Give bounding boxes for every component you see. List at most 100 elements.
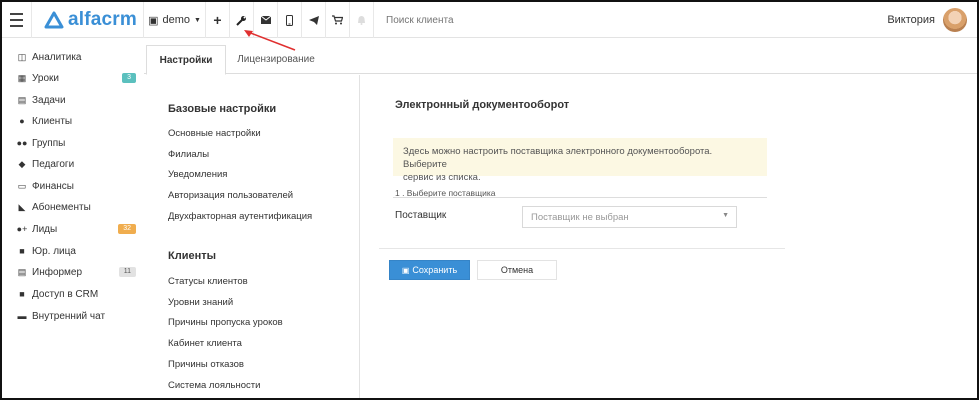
- wrench-icon: [236, 15, 246, 26]
- section-title-basic: Базовые настройки: [168, 103, 277, 115]
- sidebar-item-leads[interactable]: ●+ Лиды 32: [16, 220, 138, 238]
- calendar-icon: ▦: [17, 72, 27, 83]
- menu-link-absence-reasons[interactable]: Причины пропуска уроков: [168, 317, 283, 328]
- building-icon: ▣: [148, 14, 159, 27]
- informer-count-badge: 11: [118, 267, 136, 277]
- logo[interactable]: alfacrm: [32, 2, 144, 38]
- cancel-button[interactable]: Отмена: [477, 260, 557, 280]
- caret-down-icon: ▼: [194, 16, 201, 24]
- sidebar-item-crm-access[interactable]: ■ Доступ в CRM: [16, 285, 138, 303]
- user-icon: ●: [19, 116, 25, 126]
- menu-link-knowledge-levels[interactable]: Уровни знаний: [168, 297, 233, 308]
- sidebar-item-label: Клиенты: [32, 115, 73, 127]
- cart-button[interactable]: [326, 2, 350, 38]
- sidebar: ◫ Аналитика ▦ Уроки 3 ▤ Задачи ● Клиенты…: [2, 39, 144, 398]
- hamburger-icon: [10, 11, 23, 29]
- provider-select-value: Поставщик не выбран: [531, 211, 629, 223]
- plus-icon: +: [213, 12, 222, 28]
- money-icon: ▭: [17, 180, 27, 191]
- lessons-count-badge: 3: [122, 73, 136, 83]
- sidebar-item-groups[interactable]: ●● Группы: [16, 134, 138, 152]
- divider: [379, 248, 785, 249]
- search-input[interactable]: [386, 14, 686, 26]
- branch-selector[interactable]: ▣ demo ▼: [144, 2, 206, 38]
- alfacrm-logo-icon: [44, 11, 64, 29]
- sidebar-item-label: Доступ в CRM: [32, 288, 99, 300]
- provider-select[interactable]: Поставщик не выбран ▼: [522, 206, 737, 228]
- sidebar-item-teachers[interactable]: ◆ Педагоги: [16, 155, 138, 173]
- leads-count-badge: 32: [118, 224, 136, 234]
- sidebar-item-label: Аналитика: [32, 51, 82, 63]
- menu-link-notifications[interactable]: Уведомления: [168, 169, 227, 180]
- sidebar-item-tasks[interactable]: ▤ Задачи: [16, 91, 138, 109]
- menu-toggle-button[interactable]: [2, 2, 32, 38]
- users-icon: ●●: [16, 138, 28, 148]
- app-window: alfacrm ▣ demo ▼ + Виктория: [0, 0, 979, 400]
- lock-icon: ■: [19, 289, 25, 299]
- sidebar-item-informer[interactable]: ▤ Информер 11: [16, 263, 138, 281]
- sidebar-item-label: Группы: [32, 137, 66, 149]
- analytics-icon: ◫: [17, 51, 27, 62]
- save-button[interactable]: ▣ Сохранить: [389, 260, 470, 280]
- tab-licensing[interactable]: Лицензирование: [226, 45, 326, 74]
- top-bar: alfacrm ▣ demo ▼ + Виктория: [2, 2, 977, 38]
- sidebar-item-label: Финансы: [32, 180, 74, 192]
- telegram-icon: [308, 15, 319, 25]
- menu-link-two-factor[interactable]: Двухфакторная аутентификация: [168, 211, 312, 222]
- settings-tabs: Настройки Лицензирование: [144, 45, 977, 75]
- sidebar-item-label: Внутренний чат: [32, 310, 106, 322]
- sidebar-item-label: Лиды: [32, 223, 58, 235]
- sidebar-item-label: Задачи: [32, 94, 66, 106]
- briefcase-icon: ■: [19, 246, 25, 256]
- telegram-button[interactable]: [302, 2, 326, 38]
- menu-link-main-settings[interactable]: Основные настройки: [168, 128, 261, 139]
- branch-name: demo: [162, 14, 190, 26]
- graduation-cap-icon: ◆: [18, 158, 26, 169]
- tag-icon: ◣: [18, 201, 26, 212]
- save-button-label: Сохранить: [412, 265, 458, 275]
- sidebar-item-subscriptions[interactable]: ◣ Абонементы: [16, 198, 138, 216]
- client-search[interactable]: [378, 2, 858, 38]
- chat-icon: ▬: [17, 311, 27, 321]
- sidebar-item-label: Уроки: [32, 72, 59, 84]
- phone-icon: [286, 14, 293, 26]
- provider-label: Поставщик: [395, 210, 447, 221]
- sidebar-item-finance[interactable]: ▭ Финансы: [16, 177, 138, 195]
- sidebar-item-clients[interactable]: ● Клиенты: [16, 112, 138, 130]
- menu-link-client-cabinet[interactable]: Кабинет клиента: [168, 338, 242, 349]
- caret-down-icon: ▼: [722, 212, 729, 219]
- avatar: [943, 8, 967, 32]
- section-title-clients: Клиенты: [168, 250, 217, 262]
- notifications-button[interactable]: [350, 2, 374, 38]
- menu-link-branches[interactable]: Филиалы: [168, 149, 209, 160]
- menu-link-client-statuses[interactable]: Статусы клиентов: [168, 276, 248, 287]
- menu-link-user-auth[interactable]: Авторизация пользователей: [168, 190, 293, 201]
- sidebar-item-analytics[interactable]: ◫ Аналитика: [16, 48, 138, 66]
- page-title: Электронный документооборот: [395, 99, 570, 111]
- user-menu[interactable]: Виктория: [862, 2, 977, 38]
- sidebar-item-label: Информер: [32, 266, 83, 278]
- brand-name: alfacrm: [68, 9, 137, 30]
- floppy-disk-icon: ▣: [401, 265, 410, 275]
- tab-settings[interactable]: Настройки: [146, 45, 226, 75]
- settings-menu: Базовые настройки Основные настройки Фил…: [146, 75, 360, 398]
- menu-link-loyalty-system[interactable]: Система лояльности: [168, 380, 260, 391]
- sidebar-item-label: Абонементы: [32, 201, 91, 213]
- divider: [393, 197, 767, 198]
- alert-text-line-1: Здесь можно настроить поставщика электро…: [403, 146, 713, 170]
- alert-text-line-2: сервис из списка.: [403, 172, 481, 183]
- sidebar-item-label: Педагоги: [32, 158, 75, 170]
- bell-icon: [358, 16, 365, 25]
- sidebar-item-lessons[interactable]: ▦ Уроки 3: [16, 69, 138, 87]
- sidebar-item-internal-chat[interactable]: ▬ Внутренний чат: [16, 307, 138, 325]
- menu-link-refusal-reasons[interactable]: Причины отказов: [168, 359, 244, 370]
- cart-icon: [332, 15, 343, 25]
- info-alert: Здесь можно настроить поставщика электро…: [393, 138, 767, 183]
- envelope-icon: [260, 16, 271, 24]
- user-name: Виктория: [887, 14, 935, 26]
- sidebar-item-label: Юр. лица: [32, 245, 76, 257]
- tasks-icon: ▤: [17, 94, 27, 105]
- sidebar-item-legal-entities[interactable]: ■ Юр. лица: [16, 242, 138, 260]
- list-icon: ▤: [17, 266, 27, 277]
- add-button[interactable]: +: [206, 2, 230, 38]
